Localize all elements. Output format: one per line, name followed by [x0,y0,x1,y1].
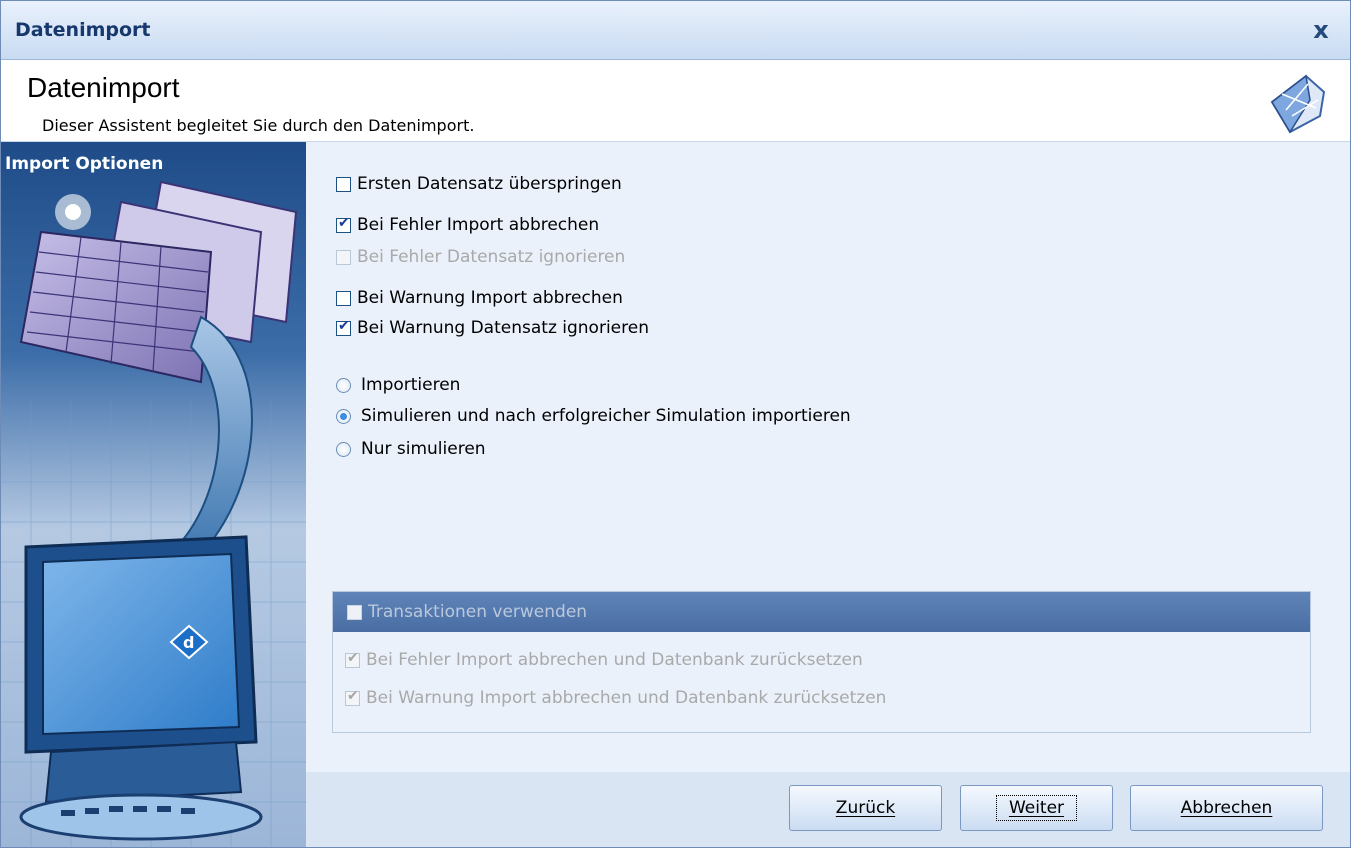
error-abort-label: Bei Fehler Import abbrechen [357,215,600,235]
mode-import[interactable]: Importieren [336,373,460,397]
warning-reset-label: Bei Warnung Import abbrechen und Datenba… [366,688,887,708]
option-warning-ignore[interactable]: Bei Warnung Datensatz ignorieren [336,316,649,340]
button-bar: Zurück Weiter Abbrechen [306,772,1350,847]
error-ignore-label: Bei Fehler Datensatz ignorieren [357,247,626,267]
skip-first-label: Ersten Datensatz überspringen [357,174,622,194]
skip-first-checkbox[interactable] [336,176,351,192]
option-error-reset: Bei Fehler Import abbrechen und Datenban… [345,648,863,672]
warning-abort-label: Bei Warnung Import abbrechen [357,288,623,308]
mode-simulate-only[interactable]: Nur simulieren [336,437,486,461]
close-icon[interactable]: x [1306,15,1336,45]
back-button[interactable]: Zurück [789,785,942,831]
import-illustration: d [1,180,306,847]
option-error-abort[interactable]: Bei Fehler Import abbrechen [336,213,599,237]
options-content: Ersten Datensatz überspringen Bei Fehler… [306,142,1350,772]
option-warning-reset: Bei Warnung Import abbrechen und Datenba… [345,686,886,710]
simulate-only-label: Nur simulieren [361,439,486,459]
use-transactions-label: Transaktionen verwenden [368,602,588,622]
svg-text:d: d [183,633,194,652]
mode-simulate-then-import[interactable]: Simulieren und nach erfolgreicher Simula… [336,404,851,428]
import-radio[interactable] [336,377,351,393]
cancel-button-label: Abbrechen [1180,798,1273,818]
wizard-header: Datenimport Dieser Assistent begleitet S… [1,60,1350,142]
transactions-group: Transaktionen verwenden Bei Fehler Impor… [332,591,1311,733]
error-ignore-checkbox [336,249,351,265]
import-label: Importieren [361,375,461,395]
simulate-then-import-radio[interactable] [336,408,351,424]
sidebar-title: Import Optionen [5,154,164,174]
wizard-logo-icon [1270,74,1326,134]
error-reset-label: Bei Fehler Import abbrechen und Datenban… [366,650,863,670]
back-button-label: Zurück [835,798,896,818]
page-subtitle: Dieser Assistent begleitet Sie durch den… [42,116,475,135]
window-title: Datenimport [15,19,151,41]
option-warning-abort[interactable]: Bei Warnung Import abbrechen [336,286,623,310]
error-reset-checkbox [345,650,360,668]
sidebar-panel: Import Optionen d [1,142,306,847]
page-title: Datenimport [27,72,180,103]
simulate-only-radio[interactable] [336,441,351,457]
next-button-label: Weiter [995,795,1078,821]
warning-ignore-checkbox[interactable] [336,318,351,336]
simulate-then-import-label: Simulieren und nach erfolgreicher Simula… [361,406,851,426]
error-abort-checkbox[interactable] [336,215,351,233]
option-error-ignore: Bei Fehler Datensatz ignorieren [336,245,625,269]
use-transactions-checkbox [347,604,362,620]
warning-reset-checkbox [345,688,360,706]
option-use-transactions: Transaktionen verwenden [347,600,587,624]
transactions-group-header: Transaktionen verwenden [333,592,1310,632]
warning-abort-checkbox[interactable] [336,290,351,306]
next-button[interactable]: Weiter [960,785,1113,831]
title-bar[interactable]: Datenimport x [1,1,1350,60]
dialog-window: Datenimport x Datenimport Dieser Assiste… [0,0,1351,848]
cancel-button[interactable]: Abbrechen [1130,785,1323,831]
warning-ignore-label: Bei Warnung Datensatz ignorieren [357,318,649,338]
option-skip-first[interactable]: Ersten Datensatz überspringen [336,172,622,196]
